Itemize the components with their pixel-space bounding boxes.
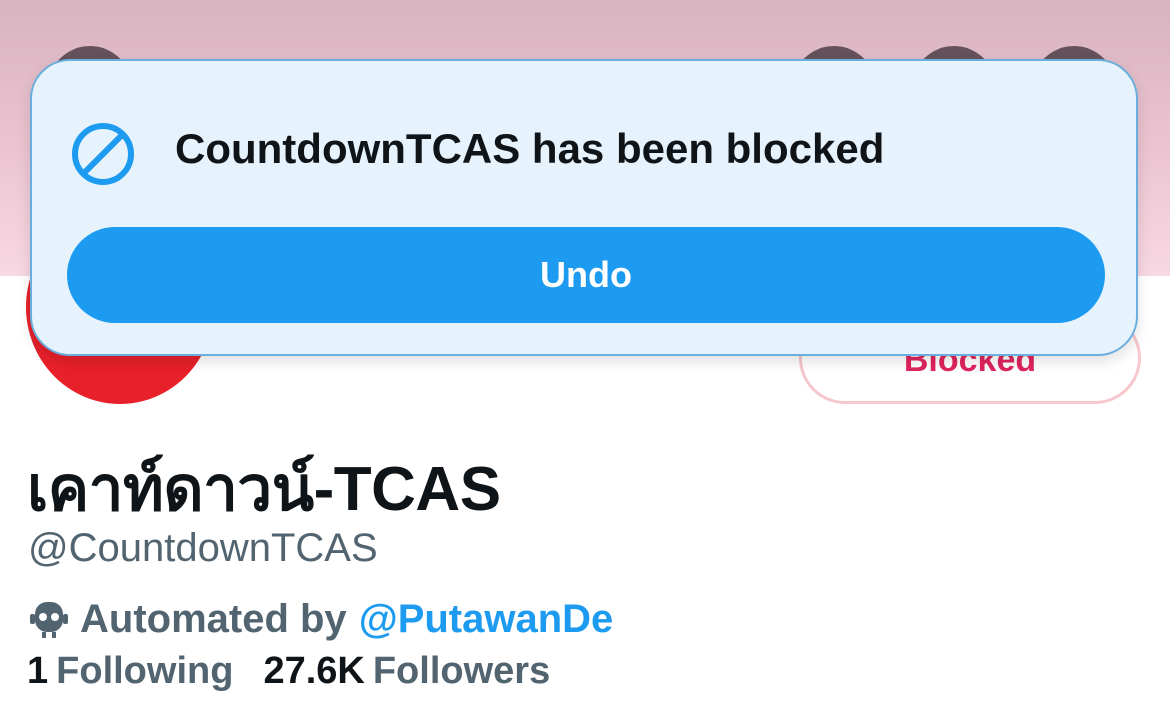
automated-label: Automated by @PutawanDe	[26, 596, 613, 642]
following-label: Following	[56, 650, 234, 692]
profile-page: Blocked เคาท์ดาวน์-TCAS @CountdownTCAS A…	[0, 0, 1170, 717]
profile-handle: @CountdownTCAS	[28, 526, 378, 570]
followers-label: Followers	[372, 650, 551, 692]
toast-message: CountdownTCAS has been blocked	[175, 125, 885, 172]
following-count: 1	[27, 650, 49, 692]
followers-stat[interactable]: 27.6K Followers	[263, 650, 550, 693]
block-icon	[70, 121, 136, 187]
profile-stats: 1 Following 27.6K Followers	[27, 650, 550, 693]
automated-prefix: Automated by	[80, 596, 347, 641]
robot-icon	[26, 596, 72, 642]
undo-button[interactable]: Undo	[67, 227, 1105, 323]
automated-by-link[interactable]: @PutawanDe	[359, 597, 614, 642]
display-name: เคาท์ดาวน์-TCAS	[27, 455, 501, 524]
blocked-toast: CountdownTCAS has been blocked Undo	[30, 59, 1138, 356]
following-stat[interactable]: 1 Following	[27, 650, 233, 693]
followers-count: 27.6K	[263, 650, 365, 692]
